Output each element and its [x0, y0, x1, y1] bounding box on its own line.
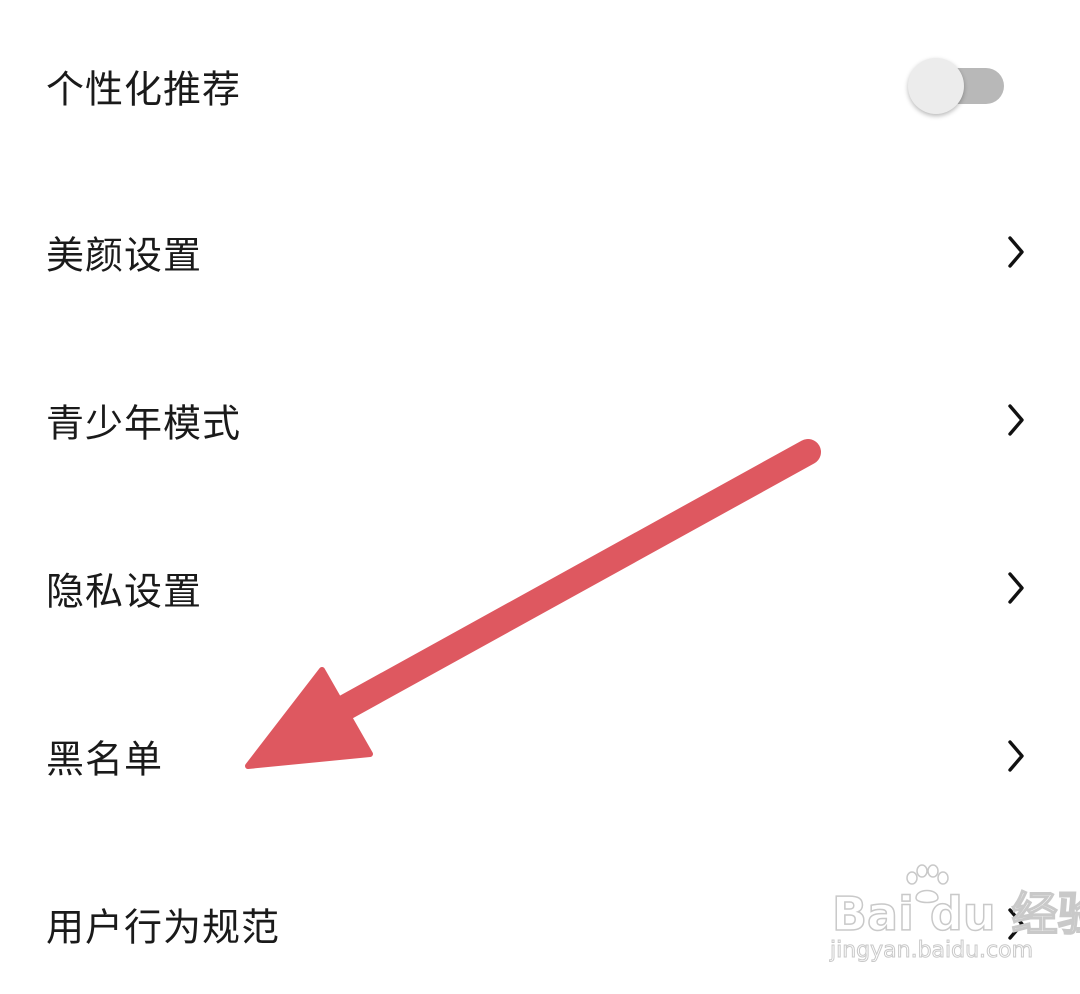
chevron-right-icon: [1008, 908, 1024, 940]
user-conduct-label: 用户行为规范: [46, 905, 281, 950]
blacklist-label: 黑名单: [46, 737, 164, 782]
personalized-recommendation-label: 个性化推荐: [46, 67, 242, 112]
privacy-settings-label: 隐私设置: [46, 569, 203, 614]
beauty-settings-label: 美颜设置: [46, 233, 203, 278]
settings-row-blacklist[interactable]: 黑名单: [0, 686, 1080, 826]
personalized-recommendation-toggle[interactable]: [908, 58, 1004, 114]
settings-row-beauty-settings[interactable]: 美颜设置: [0, 182, 1080, 322]
settings-row-privacy-settings[interactable]: 隐私设置: [0, 518, 1080, 658]
chevron-right-icon: [1008, 236, 1024, 268]
settings-row-personalized-recommendation[interactable]: 个性化推荐: [0, 16, 1080, 156]
chevron-right-icon: [1008, 404, 1024, 436]
settings-list: 个性化推荐 美颜设置 青少年模式 隐私设置 黑名单 用户行为规范: [0, 0, 1080, 992]
settings-row-teen-mode[interactable]: 青少年模式: [0, 350, 1080, 490]
teen-mode-label: 青少年模式: [46, 401, 242, 446]
chevron-right-icon: [1008, 572, 1024, 604]
settings-row-user-conduct[interactable]: 用户行为规范: [0, 854, 1080, 994]
chevron-right-icon: [1008, 740, 1024, 772]
toggle-knob: [908, 58, 964, 114]
